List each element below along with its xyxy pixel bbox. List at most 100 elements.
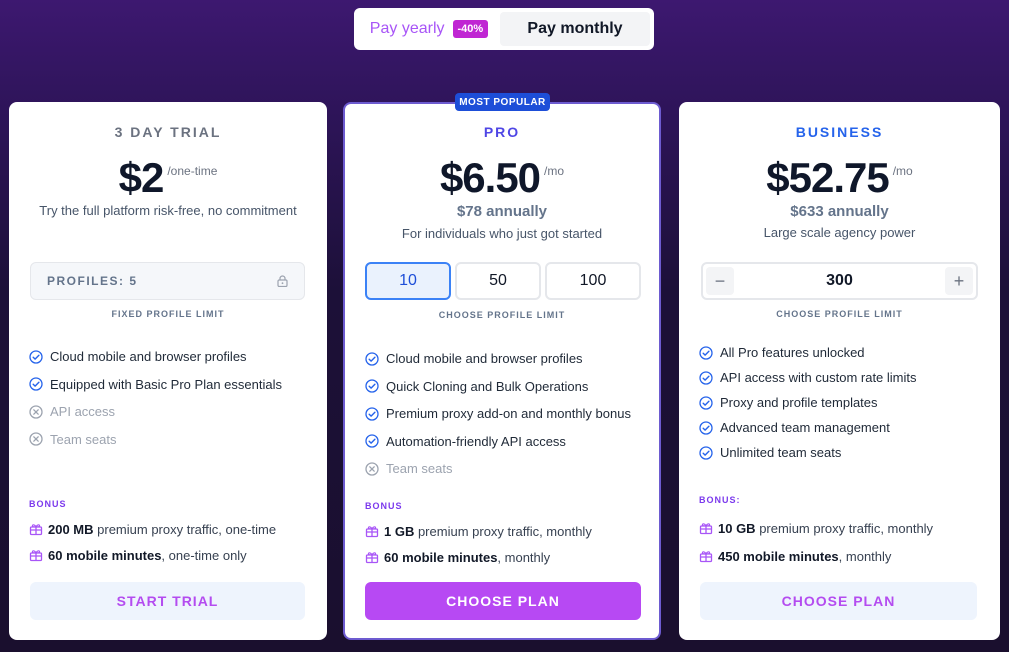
discount-badge: -40%: [452, 20, 489, 38]
feature-text: All Pro features unlocked: [720, 345, 865, 360]
bonus-text: 200 MB premium proxy traffic, one-time: [48, 522, 276, 537]
price-row: $2 /one-time: [9, 154, 327, 202]
limit-label: FIXED PROFILE LIMIT: [111, 309, 225, 319]
feature-item: API access with custom rate limits: [699, 365, 917, 390]
plan-name: PRO: [483, 124, 521, 140]
bonus-text: 10 GB premium proxy traffic, monthly: [718, 521, 933, 536]
feature-text: Cloud mobile and browser profiles: [386, 351, 583, 367]
feature-item: Premium proxy add-on and monthly bonus: [365, 400, 631, 428]
plan-name: 3 DAY TRIAL: [114, 124, 222, 140]
feature-text: Cloud mobile and browser profiles: [50, 349, 247, 365]
profiles-fixed-box: PROFILES: 5: [30, 262, 305, 300]
profile-limit-options: 10 50 100: [365, 262, 641, 302]
check-circle-icon: [699, 370, 713, 385]
pay-yearly-option[interactable]: Pay yearly -40%: [358, 12, 500, 46]
choose-plan-button-pro[interactable]: CHOOSE PLAN: [365, 582, 641, 620]
price-period: /one-time: [167, 164, 218, 178]
limit-label: CHOOSE PROFILE LIMIT: [776, 309, 903, 319]
feature-item: Equipped with Basic Pro Plan essentials: [29, 371, 282, 399]
gift-icon: [699, 521, 713, 535]
feature-text: Equipped with Basic Pro Plan essentials: [50, 376, 282, 392]
annual-price: $633 annually: [790, 203, 889, 220]
choose-plan-button-business[interactable]: CHOOSE PLAN: [700, 582, 977, 620]
bonus-description: , monthly: [838, 548, 892, 564]
most-popular-badge: MOST POPULAR: [455, 93, 550, 111]
bonus-item: 10 GB premium proxy traffic, monthly: [699, 514, 933, 542]
profile-option-100[interactable]: 100: [545, 262, 641, 300]
price-row: $52.75 /mo: [679, 154, 1000, 202]
feature-item: Team seats: [365, 455, 631, 483]
feature-item: Advanced team management: [699, 415, 917, 440]
feature-item: Automation-friendly API access: [365, 428, 631, 456]
feature-text: Team seats: [50, 431, 117, 447]
feature-item: Team seats: [29, 426, 282, 454]
bonus-label: BONUS:: [699, 495, 741, 505]
bonus-item: 60 mobile minutes, monthly: [365, 544, 592, 570]
pay-monthly-option[interactable]: Pay monthly: [500, 12, 650, 46]
price-period: /mo: [544, 164, 565, 178]
gift-icon: [365, 524, 379, 538]
bonus-description: premium proxy traffic, one-time: [93, 521, 277, 537]
price: $2: [118, 154, 165, 201]
feature-item: Cloud mobile and browser profiles: [365, 345, 631, 373]
feature-item: Cloud mobile and browser profiles: [29, 343, 282, 371]
bonus-label: BONUS: [365, 501, 403, 511]
bonus-amount: 10 GB: [718, 520, 756, 536]
check-circle-icon: [699, 420, 713, 435]
bonus-text: 60 mobile minutes, one-time only: [48, 548, 247, 563]
gift-icon: [29, 522, 43, 536]
x-circle-icon: [365, 462, 379, 476]
profile-limit-stepper: − 300 +: [701, 262, 978, 300]
gift-icon: [699, 549, 713, 563]
bonus-text: 1 GB premium proxy traffic, monthly: [384, 524, 592, 539]
start-trial-button[interactable]: START TRIAL: [30, 582, 305, 620]
bonus-amount: 1 GB: [384, 523, 415, 539]
price: $6.50: [439, 154, 541, 201]
check-circle-icon: [29, 377, 43, 391]
price: $52.75: [766, 154, 889, 201]
feature-item: All Pro features unlocked: [699, 340, 917, 365]
feature-text: Proxy and profile templates: [720, 395, 878, 410]
feature-text: Advanced team management: [720, 420, 890, 435]
feature-text: Automation-friendly API access: [386, 433, 566, 449]
bonus-amount: 450 mobile minutes: [718, 548, 839, 564]
check-circle-icon: [365, 352, 379, 366]
bonus-list: 10 GB premium proxy traffic, monthly 450 …: [699, 514, 933, 570]
gift-icon: [365, 550, 379, 564]
plan-card-business: BUSINESS $52.75 /mo $633 annually Large …: [679, 102, 1000, 640]
annual-price: $78 annually: [456, 203, 548, 220]
bonus-item: 1 GB premium proxy traffic, monthly: [365, 518, 592, 544]
bonus-description: premium proxy traffic, monthly: [755, 520, 934, 536]
feature-item: API access: [29, 398, 282, 426]
bonus-item: 60 mobile minutes, one-time only: [29, 542, 276, 568]
bonus-text: 450 mobile minutes, monthly: [718, 549, 891, 564]
feature-item: Quick Cloning and Bulk Operations: [365, 373, 631, 401]
bonus-list: 200 MB premium proxy traffic, one-time 60…: [29, 516, 276, 568]
bonus-label: BONUS: [29, 499, 67, 509]
profile-option-50[interactable]: 50: [455, 262, 541, 300]
check-circle-icon: [365, 407, 379, 421]
bonus-item: 200 MB premium proxy traffic, one-time: [29, 516, 276, 542]
stepper-value[interactable]: 300: [826, 272, 853, 290]
feature-text: API access with custom rate limits: [720, 370, 917, 385]
check-circle-icon: [365, 434, 379, 448]
feature-text: Unlimited team seats: [720, 445, 842, 460]
profile-option-10[interactable]: 10: [365, 262, 451, 300]
bonus-amount: 60 mobile minutes: [48, 547, 162, 563]
increment-button[interactable]: +: [944, 267, 973, 295]
profiles-count: PROFILES: 5: [47, 274, 138, 288]
feature-list: Cloud mobile and browser profiles Equippe…: [29, 343, 282, 453]
check-circle-icon: [365, 379, 379, 393]
price-period: /mo: [892, 164, 913, 178]
bonus-item: 450 mobile minutes, monthly: [699, 542, 933, 570]
plan-card-trial: 3 DAY TRIAL $2 /one-time Try the full pl…: [9, 102, 327, 640]
feature-text: Team seats: [386, 461, 453, 477]
x-circle-icon: [29, 405, 43, 419]
decrement-button[interactable]: −: [706, 267, 734, 295]
lock-icon: [277, 275, 288, 287]
billing-toggle: Pay yearly -40% Pay monthly: [354, 8, 654, 50]
feature-text: Quick Cloning and Bulk Operations: [386, 378, 589, 394]
plan-card-pro: PRO $6.50 /mo $78 annually For individua…: [343, 102, 661, 640]
plan-tagline: Large scale agency power: [763, 225, 916, 240]
bonus-amount: 200 MB: [48, 521, 94, 537]
